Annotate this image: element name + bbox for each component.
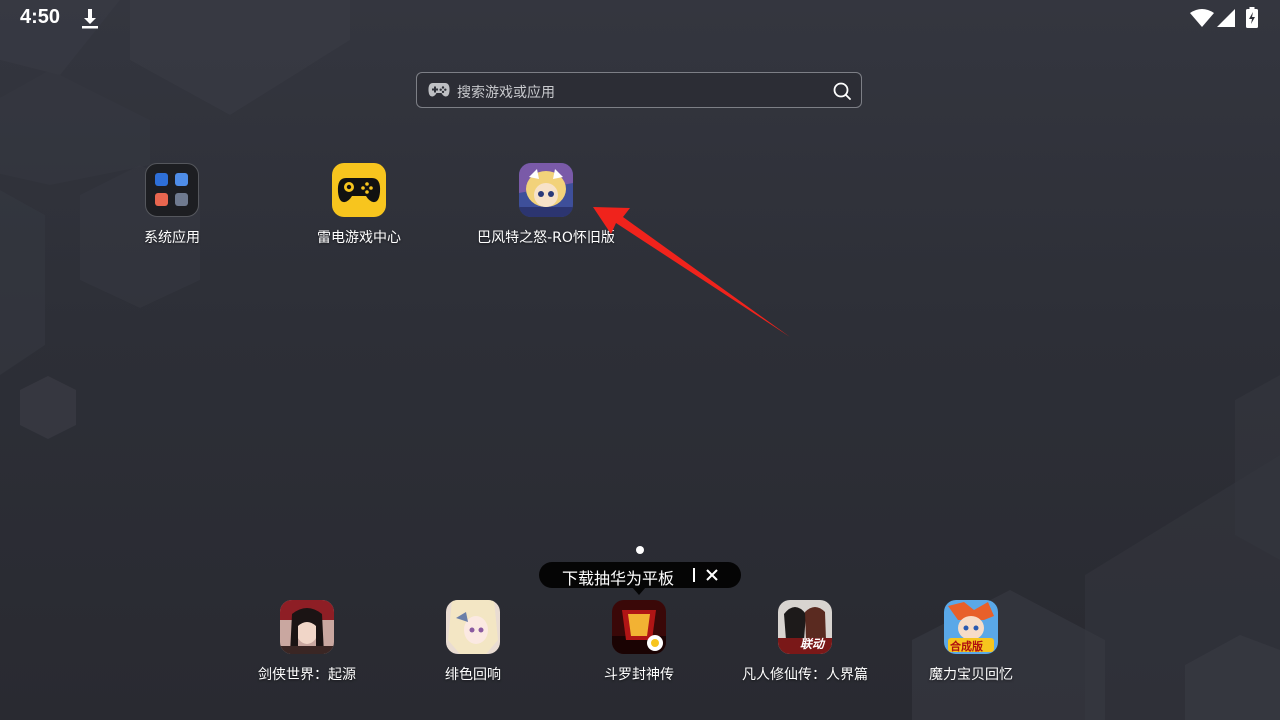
signal-icon bbox=[1217, 9, 1235, 27]
app-system-apps[interactable]: 系统应用 bbox=[92, 163, 252, 247]
game-art-icon bbox=[280, 600, 334, 654]
page-indicator-dot bbox=[636, 546, 644, 554]
gamepad-icon bbox=[332, 163, 386, 217]
status-bar: 4:50 bbox=[0, 0, 1280, 38]
red-arrow-annotation bbox=[593, 207, 790, 337]
app-label: 绯色回响 bbox=[445, 667, 501, 683]
search-icon[interactable] bbox=[833, 82, 851, 100]
dock-app-fanren[interactable]: 联动 凡人修仙传：人界篇 bbox=[725, 600, 885, 684]
game-art-icon: 合成版 bbox=[944, 600, 998, 654]
gamepad-icon bbox=[428, 83, 450, 97]
app-label: 凡人修仙传：人界篇 bbox=[742, 667, 868, 683]
app-label: 剑侠世界：起源 bbox=[258, 667, 356, 683]
dock-app-feise[interactable]: 绯色回响 bbox=[393, 600, 553, 684]
app-label: 系统应用 bbox=[144, 230, 200, 246]
game-art-icon bbox=[612, 600, 666, 654]
app-badge: 联动 bbox=[800, 637, 825, 651]
tooltip-text: 下载抽华为平板 bbox=[562, 569, 675, 588]
folder-icon bbox=[145, 163, 199, 217]
game-art-icon bbox=[519, 163, 573, 217]
close-icon[interactable] bbox=[705, 568, 719, 582]
download-icon bbox=[82, 9, 98, 29]
app-badge: 合成版 bbox=[950, 640, 983, 653]
wifi-icon bbox=[1190, 9, 1214, 27]
battery-charging-icon bbox=[1246, 7, 1258, 28]
dock-app-douluo[interactable]: 斗罗封神传 bbox=[559, 600, 719, 684]
search-input[interactable]: 搜索游戏或应用 bbox=[457, 82, 555, 102]
game-art-icon: 联动 bbox=[778, 600, 832, 654]
app-label: 雷电游戏中心 bbox=[317, 230, 401, 246]
app-label: 斗罗封神传 bbox=[604, 667, 674, 683]
app-label: 魔力宝贝回忆 bbox=[929, 667, 1013, 683]
tooltip-pointer bbox=[632, 587, 646, 595]
status-time: 4:50 bbox=[20, 6, 61, 28]
dock-app-jianxia[interactable]: 剑侠世界：起源 bbox=[227, 600, 387, 684]
app-ld-game-center[interactable]: 雷电游戏中心 bbox=[279, 163, 439, 247]
tooltip-divider bbox=[693, 568, 695, 582]
game-art-icon bbox=[446, 600, 500, 654]
dock-app-molibaobei[interactable]: 合成版 魔力宝贝回忆 bbox=[891, 600, 1051, 684]
promo-tooltip[interactable]: 下载抽华为平板 bbox=[539, 562, 741, 588]
search-bar[interactable]: 搜索游戏或应用 bbox=[416, 72, 862, 108]
